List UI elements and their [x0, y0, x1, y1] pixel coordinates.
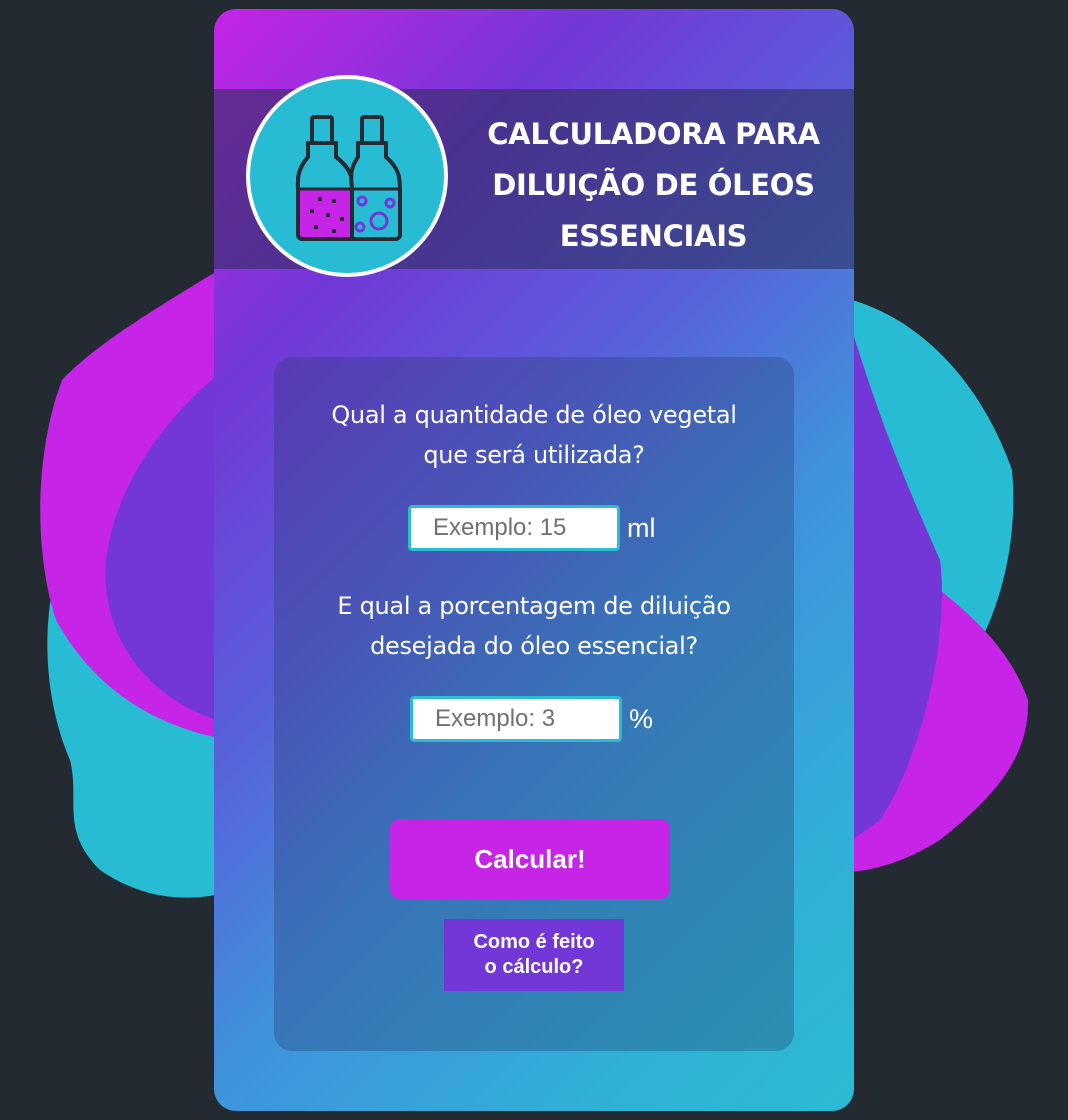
dilution-percentage-input[interactable] — [410, 696, 622, 742]
calculator-card: CALCULADORA PARA DILUIÇÃO DE ÓLEOS ESSEN… — [214, 9, 854, 1111]
logo-badge — [246, 75, 448, 277]
title-line: CALCULADORA PARA — [487, 117, 820, 151]
bubble — [326, 213, 330, 217]
question-line: que será utilizada? — [423, 441, 645, 469]
bubble — [314, 225, 318, 229]
bubble — [318, 197, 322, 201]
how-calculation-button[interactable]: Como é feito o cálculo? — [444, 919, 624, 991]
potion-bottles-icon — [295, 115, 402, 241]
oil-quantity-input[interactable] — [408, 505, 620, 551]
right-bottle-cork — [360, 115, 384, 145]
bubble — [340, 217, 344, 221]
dilution-unit-label: % — [629, 704, 654, 734]
how-line: Como é feito — [473, 931, 595, 953]
form-panel: Qual a quantidade de óleo vegetal que se… — [274, 357, 794, 1051]
bubble — [332, 199, 336, 203]
title-line: ESSENCIAIS — [559, 219, 748, 253]
dilution-question: E qual a porcentagem de diluição desejad… — [274, 586, 794, 666]
question-line: desejada do óleo essencial? — [370, 632, 698, 660]
oil-quantity-question: Qual a quantidade de óleo vegetal que se… — [274, 395, 794, 475]
calculate-button[interactable]: Calcular! — [390, 819, 670, 899]
bubble — [332, 229, 336, 233]
title-line: DILUIÇÃO DE ÓLEOS — [492, 168, 815, 202]
left-bottle-cork — [310, 115, 334, 145]
how-line: o cálculo? — [484, 956, 584, 978]
page-title: CALCULADORA PARA DILUIÇÃO DE ÓLEOS ESSEN… — [476, 109, 831, 262]
bubble — [310, 209, 314, 213]
oil-unit-label: ml — [627, 513, 656, 543]
question-line: Qual a quantidade de óleo vegetal — [331, 401, 737, 429]
question-line: E qual a porcentagem de diluição — [337, 592, 731, 620]
